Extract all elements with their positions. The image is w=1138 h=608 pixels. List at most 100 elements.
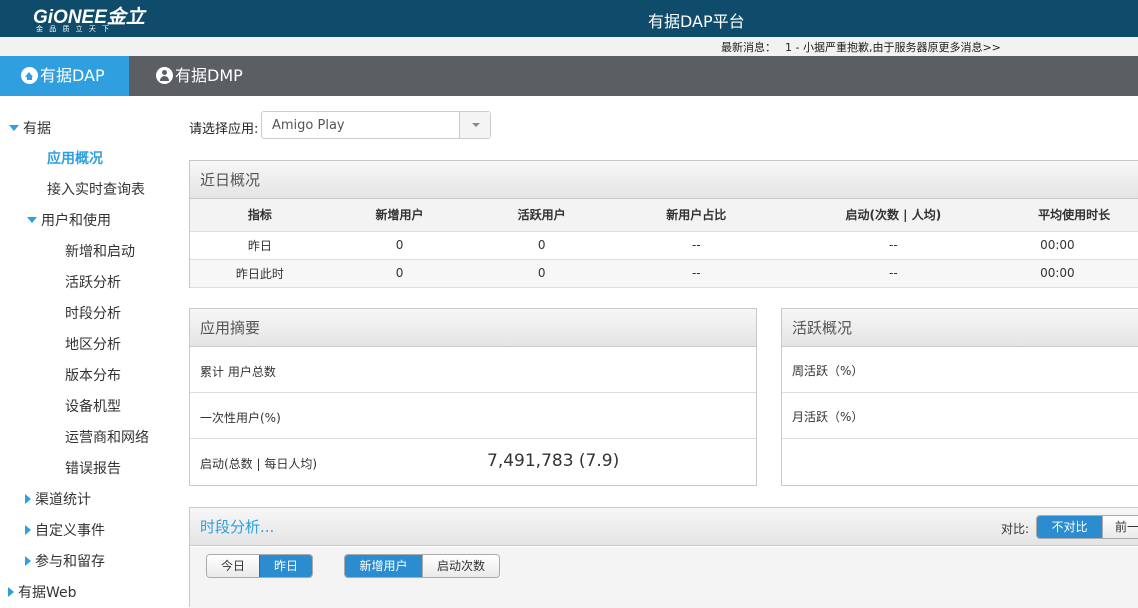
column-header: 活跃用户 <box>469 199 614 232</box>
table-row: 昨日此时 0 0 -- -- 00:00 <box>190 259 1138 288</box>
summary-label: 启动(总数 | 每日人均) <box>200 457 318 471</box>
app-summary-title: 应用摘要 <box>190 309 756 347</box>
period-chart-area <box>190 547 1138 608</box>
app-summary-panel: 应用摘要 累计 用户总数 一次性用户(%) 启动(总数 | 每日人均) 7,49… <box>189 308 757 486</box>
sidebar-item-realtime-query[interactable]: 接入实时查询表 <box>47 179 145 199</box>
launch-count-button[interactable]: 启动次数 <box>422 555 499 577</box>
table-row: 昨日 0 0 -- -- 00:00 <box>190 231 1138 260</box>
sidebar-item-period-analysis[interactable]: 时段分析 <box>65 303 121 323</box>
table-cell: 昨日此时 <box>190 259 330 288</box>
sidebar-item-label: 参与和留存 <box>35 554 105 570</box>
expanded-icon <box>9 125 19 131</box>
sidebar-item-carrier-network[interactable]: 运营商和网络 <box>65 427 149 447</box>
main-nav: 有据DAP 有据DMP <box>0 56 1138 96</box>
summary-label: 一次性用户(%) <box>200 411 281 425</box>
logo-slogan: 金 品 质 立 天 下 <box>36 25 112 33</box>
sidebar-item-channel-stats[interactable]: 渠道统计 <box>25 489 91 509</box>
yesterday-button[interactable]: 昨日 <box>259 555 312 577</box>
recent-overview-panel: 近日概况 指标 新增用户 活跃用户 新用户占比 启动(次数 | 人均) 平均使用… <box>189 160 1138 288</box>
sidebar-item-label: 用户和使用 <box>41 213 111 229</box>
tab-dmp[interactable]: 有据DMP <box>135 56 270 96</box>
table-cell: -- <box>778 259 1009 288</box>
app-title: 有据DAP平台 <box>648 12 745 31</box>
no-compare-button[interactable]: 不对比 <box>1037 516 1102 538</box>
recent-overview-table: 指标 新增用户 活跃用户 新用户占比 启动(次数 | 人均) 平均使用时长 昨日… <box>190 199 1138 288</box>
sidebar-item-youju-web[interactable]: 有据Web <box>8 582 77 602</box>
table-cell: -- <box>778 231 1009 260</box>
news-bar: 最新消息： 1 - 小据严重抱歉,由于服务器原更多消息>> <box>0 37 1138 56</box>
home-icon <box>21 67 38 84</box>
collapsed-icon <box>25 525 31 535</box>
summary-value: 7,491,783 (7.9) <box>487 451 620 471</box>
active-row: 月活跃（%） <box>782 393 1138 439</box>
day-toggle: 今日 昨日 <box>206 554 313 578</box>
summary-row: 累计 用户总数 <box>190 347 756 393</box>
recent-overview-title: 近日概况 <box>190 161 1138 199</box>
sidebar-item-device-model[interactable]: 设备机型 <box>65 396 121 416</box>
active-label: 周活跃（%） <box>792 364 864 378</box>
column-header: 启动(次数 | 人均) <box>778 199 1009 232</box>
sidebar: 有据 应用概况 接入实时查询表 用户和使用 新增和启动 活跃分析 时段分析 地区… <box>0 96 180 601</box>
compare-label: 对比: <box>1001 522 1030 536</box>
active-overview-panel: 活跃概况 周活跃（%） 月活跃（%） <box>781 308 1138 486</box>
active-row: 周活跃（%） <box>782 347 1138 393</box>
tab-dmp-label: 有据DMP <box>175 66 243 85</box>
today-button[interactable]: 今日 <box>207 555 259 577</box>
active-row <box>782 439 1138 485</box>
table-cell: -- <box>614 231 779 260</box>
tab-dap-label: 有据DAP <box>40 66 105 85</box>
sidebar-item-region-analysis[interactable]: 地区分析 <box>65 334 121 354</box>
table-cell: 00:00 <box>1008 259 1138 288</box>
column-header: 新增用户 <box>329 199 470 232</box>
sidebar-item-youju[interactable]: 有据 <box>9 118 51 138</box>
sidebar-item-error-report[interactable]: 错误报告 <box>65 458 121 478</box>
period-analysis-panel: 时段分析... 对比: 不对比 前一 今日 昨日 新增用户 启动次数 <box>189 507 1138 608</box>
main-content: 请选择应用: Amigo Play 近日概况 指标 新增用户 活跃用户 新用户占… <box>189 96 1138 608</box>
table-cell: 昨日 <box>190 231 330 260</box>
new-users-button[interactable]: 新增用户 <box>345 555 422 577</box>
compare-toggle: 不对比 前一 <box>1036 515 1138 539</box>
sidebar-item-engagement-retention[interactable]: 参与和留存 <box>25 551 105 571</box>
sidebar-item-new-launch[interactable]: 新增和启动 <box>65 241 135 261</box>
table-cell: 0 <box>469 259 614 288</box>
column-header: 指标 <box>190 199 330 232</box>
table-cell: -- <box>614 259 779 288</box>
column-header: 新用户占比 <box>614 199 779 232</box>
chevron-down-icon[interactable] <box>459 112 490 138</box>
expanded-icon <box>27 217 37 223</box>
table-cell: 00:00 <box>1008 231 1138 260</box>
column-header: 平均使用时长 <box>1008 199 1138 232</box>
sidebar-item-label: 有据Web <box>18 585 77 601</box>
summary-row: 一次性用户(%) <box>190 393 756 439</box>
table-cell: 0 <box>469 231 614 260</box>
compare-previous-button[interactable]: 前一 <box>1102 516 1138 538</box>
sidebar-item-active-analysis[interactable]: 活跃分析 <box>65 272 121 292</box>
collapsed-icon <box>25 494 31 504</box>
table-cell: 0 <box>329 231 470 260</box>
period-analysis-title: 时段分析... <box>190 508 1138 546</box>
sidebar-item-label: 自定义事件 <box>35 523 105 539</box>
sidebar-item-label: 渠道统计 <box>35 492 91 508</box>
app-select-label: 请选择应用: <box>189 122 259 137</box>
news-link[interactable]: 1 - 小据严重抱歉,由于服务器原更多消息>> <box>785 39 1001 55</box>
summary-label: 累计 用户总数 <box>200 365 276 379</box>
news-label: 最新消息： <box>721 41 776 54</box>
sidebar-item-custom-events[interactable]: 自定义事件 <box>25 520 105 540</box>
app-select-value: Amigo Play <box>272 118 345 133</box>
period-analysis-title-text: 时段分析... <box>200 518 275 536</box>
active-label: 月活跃（%） <box>792 410 864 424</box>
sidebar-item-label: 有据 <box>23 121 51 137</box>
collapsed-icon <box>8 587 14 597</box>
metric-toggle: 新增用户 启动次数 <box>344 554 500 578</box>
table-header-row: 指标 新增用户 活跃用户 新用户占比 启动(次数 | 人均) 平均使用时长 <box>190 199 1138 232</box>
summary-row: 启动(总数 | 每日人均) 7,491,783 (7.9) <box>190 439 756 485</box>
tab-dap[interactable]: 有据DAP <box>0 56 129 96</box>
user-icon <box>156 67 173 84</box>
top-bar: GiONEE金立 金 品 质 立 天 下 有据DAP平台 <box>0 0 1138 37</box>
sidebar-item-app-overview[interactable]: 应用概况 <box>47 148 103 168</box>
collapsed-icon <box>25 556 31 566</box>
app-select[interactable]: Amigo Play <box>261 111 491 139</box>
active-overview-title: 活跃概况 <box>782 309 1138 347</box>
sidebar-item-users-usage[interactable]: 用户和使用 <box>27 210 111 230</box>
sidebar-item-version-dist[interactable]: 版本分布 <box>65 365 121 385</box>
